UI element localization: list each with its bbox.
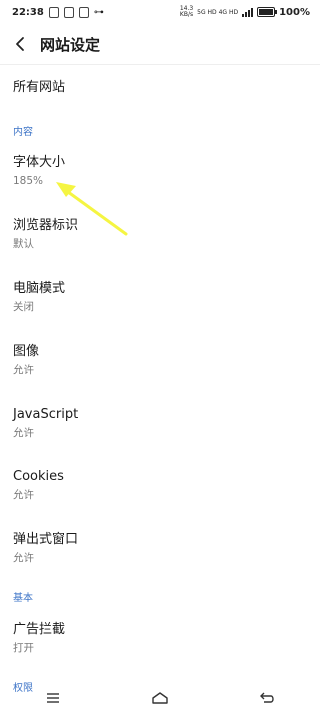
font-size-value: 185%: [13, 175, 44, 187]
home-icon: [152, 691, 168, 704]
section-basic-header: 基本: [13, 593, 33, 604]
status-left: 22:38 ⊶: [12, 6, 104, 18]
return-icon: [259, 692, 274, 703]
images-label: 图像: [13, 344, 40, 359]
status-time: 22:38: [12, 6, 44, 18]
chevron-left-icon: [16, 37, 24, 51]
images-item[interactable]: 图像 允许: [13, 344, 307, 377]
cookies-label: Cookies: [13, 469, 64, 484]
popups-label: 弹出式窗口: [13, 532, 79, 547]
app-icon: [78, 6, 89, 18]
ad-block-value: 打开: [13, 642, 34, 654]
cookies-item[interactable]: Cookies 允许: [13, 469, 307, 502]
ad-block-item[interactable]: 广告拦截 打开: [13, 622, 307, 655]
browser-id-label: 浏览器标识: [13, 218, 79, 233]
section-content-header: 内容: [13, 127, 33, 138]
notification-icon: [48, 6, 59, 18]
back-nav-button[interactable]: [247, 684, 287, 711]
status-bar: 22:38 ⊶ 14.3 KB/s 5G HD 4G HD 100%: [0, 0, 320, 24]
system-nav-bar: [0, 684, 320, 711]
back-button[interactable]: [2, 24, 38, 64]
popups-item[interactable]: 弹出式窗口 允许: [13, 532, 307, 565]
desktop-mode-label: 电脑模式: [13, 281, 66, 296]
menu-nav-button[interactable]: [33, 684, 73, 711]
tiktok-icon: [63, 6, 74, 18]
network-type: 5G HD 4G HD: [197, 8, 239, 16]
battery-icon: [257, 7, 278, 17]
all-sites-item[interactable]: 所有网站: [13, 80, 307, 96]
page-title: 网站设定: [40, 35, 101, 54]
popups-value: 允许: [13, 552, 34, 564]
link-icon: ⊶: [93, 6, 104, 18]
desktop-mode-item[interactable]: 电脑模式 关闭: [13, 281, 307, 314]
font-size-item[interactable]: 字体大小 185%: [13, 155, 307, 188]
desktop-mode-value: 关闭: [13, 301, 34, 313]
browser-id-value: 默认: [13, 238, 34, 250]
javascript-item[interactable]: JavaScript 允许: [13, 407, 307, 440]
browser-id-item[interactable]: 浏览器标识 默认: [13, 218, 307, 251]
all-sites-label: 所有网站: [13, 80, 66, 95]
header-divider: [0, 64, 320, 65]
javascript-label: JavaScript: [13, 407, 79, 422]
signal-icon: [242, 7, 254, 17]
status-right: 14.3 KB/s 5G HD 4G HD 100%: [180, 6, 310, 18]
javascript-value: 允许: [13, 427, 34, 439]
menu-icon: [47, 692, 60, 703]
home-nav-button[interactable]: [140, 684, 180, 711]
battery-level: 100%: [279, 6, 310, 18]
font-size-label: 字体大小: [13, 155, 66, 170]
cookies-value: 允许: [13, 489, 34, 501]
ad-block-label: 广告拦截: [13, 622, 66, 637]
images-value: 允许: [13, 364, 34, 376]
app-header: 网站设定: [0, 24, 320, 64]
net-speed: 14.3 KB/s: [179, 5, 194, 18]
